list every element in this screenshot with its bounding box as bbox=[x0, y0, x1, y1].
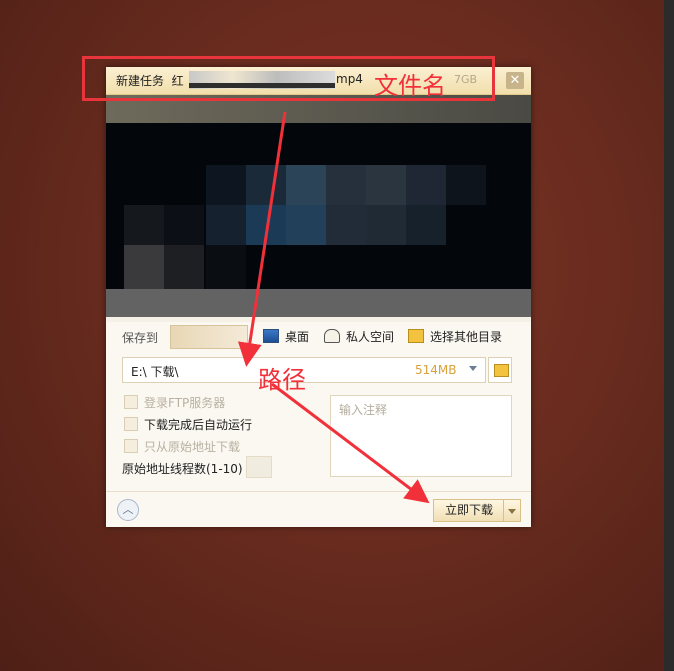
arrow-to-path bbox=[237, 111, 287, 367]
arrow-to-download bbox=[271, 382, 430, 504]
annotation-arrows bbox=[237, 111, 430, 504]
